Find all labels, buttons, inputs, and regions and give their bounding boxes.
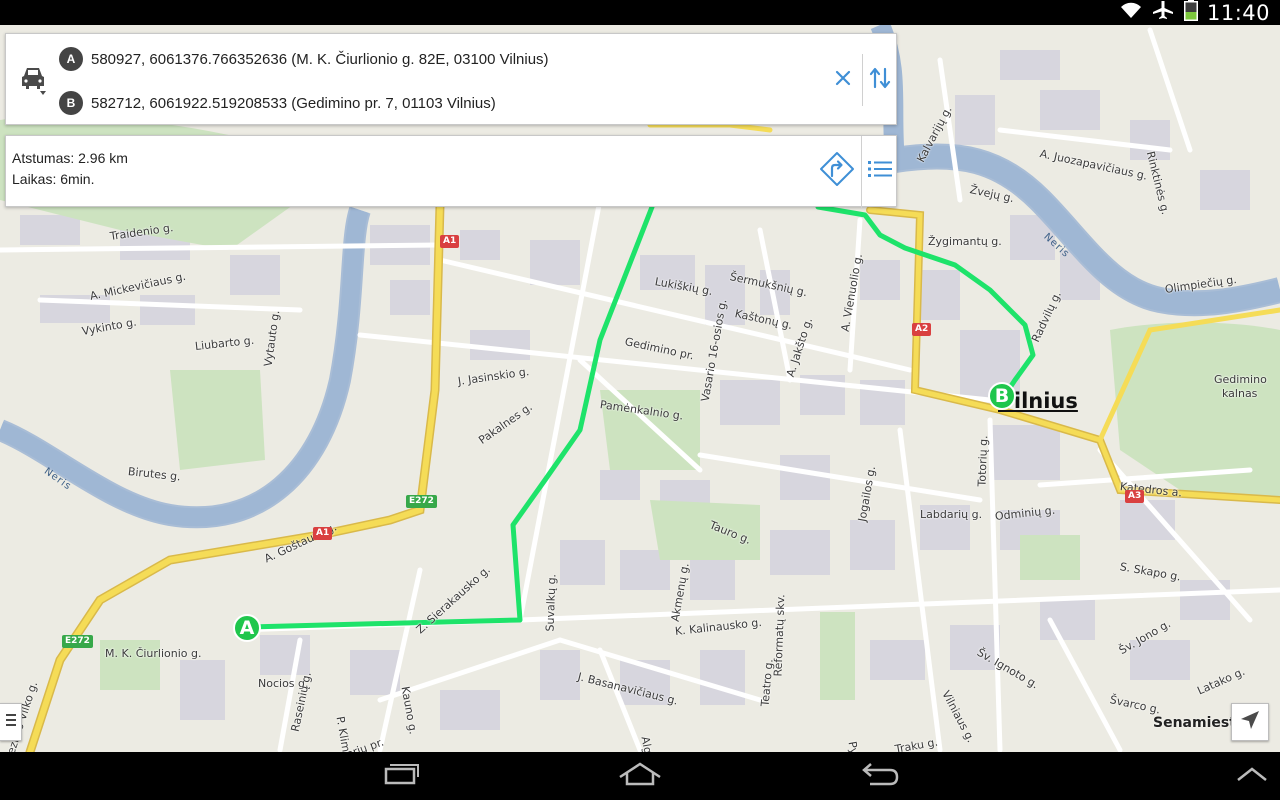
road-shield-a1: A1 xyxy=(313,527,333,540)
menu-icon xyxy=(5,711,17,734)
my-location-button[interactable] xyxy=(1231,703,1269,741)
airplane-mode-icon xyxy=(1151,0,1175,25)
street-label: Suvalkų g. xyxy=(543,573,559,632)
navigation-arrow-icon xyxy=(1239,709,1261,736)
route-info-panel: Atstumas: 2.96 km Laikas: 6min. xyxy=(5,135,897,208)
street-label: M. K. Čiurlionio g. xyxy=(105,647,202,660)
end-point-badge: B xyxy=(59,91,83,115)
road-shield-a2: A2 xyxy=(912,323,932,336)
road-shield-e272: E272 xyxy=(62,635,93,648)
directions-button[interactable] xyxy=(818,151,856,192)
end-point-row[interactable]: B 582712, 6061922.519208533 (Gedimino pr… xyxy=(59,91,496,115)
street-label: Labdarių g. xyxy=(920,508,983,521)
duration-text: Laikas: 6min. xyxy=(12,171,95,187)
wifi-icon xyxy=(1119,0,1143,25)
area-label-senamiestis: Senamiest xyxy=(1153,715,1236,731)
start-point-row[interactable]: A 580927, 6061376.766352636 (M. K. Čiurl… xyxy=(59,47,549,71)
recent-apps-button[interactable] xyxy=(370,760,430,792)
start-point-badge: A xyxy=(59,47,83,71)
start-marker[interactable]: A xyxy=(233,614,261,642)
status-bar: 11:40 xyxy=(0,0,1280,25)
turn-right-icon xyxy=(819,151,855,192)
status-clock: 11:40 xyxy=(1206,0,1270,25)
home-icon xyxy=(618,761,662,792)
system-navigation-bar xyxy=(0,752,1280,800)
area-label-kalnas: kalnas xyxy=(1222,387,1258,400)
chevron-up-icon xyxy=(1235,764,1269,789)
road-shield-a1: A1 xyxy=(440,235,460,248)
end-point-field[interactable]: 582712, 6061922.519208533 (Gedimino pr. … xyxy=(91,95,496,112)
close-icon xyxy=(834,69,852,92)
expand-button[interactable] xyxy=(1222,760,1280,792)
home-button[interactable] xyxy=(610,760,670,792)
route-steps-list-button[interactable] xyxy=(863,154,897,188)
start-point-field[interactable]: 580927, 6061376.766352636 (M. K. Čiurlio… xyxy=(91,51,549,68)
clear-route-button[interactable] xyxy=(829,66,857,94)
road-shield-e272: E272 xyxy=(406,495,437,508)
street-label: Totorių g. xyxy=(975,435,991,487)
route-panel: A 580927, 6061376.766352636 (M. K. Čiurl… xyxy=(5,33,897,125)
back-icon xyxy=(860,761,900,792)
road-shield-a3: A3 xyxy=(1125,490,1145,503)
swap-points-button[interactable] xyxy=(864,64,896,96)
status-icons: 11:40 xyxy=(1119,0,1270,25)
area-label-gedimino: Gedimino xyxy=(1214,373,1267,386)
street-label: Žygimantų g. xyxy=(928,235,1002,248)
distance-text: Atstumas: 2.96 km xyxy=(12,150,128,166)
back-button[interactable] xyxy=(850,760,910,792)
list-icon xyxy=(868,160,892,183)
swap-vertical-icon xyxy=(869,66,891,95)
side-menu-button[interactable] xyxy=(0,703,22,741)
battery-icon xyxy=(1183,0,1199,26)
recent-apps-icon xyxy=(380,762,420,791)
end-marker[interactable]: B xyxy=(988,382,1016,410)
divider xyxy=(862,54,863,106)
divider xyxy=(861,136,862,208)
car-icon[interactable] xyxy=(19,62,49,96)
